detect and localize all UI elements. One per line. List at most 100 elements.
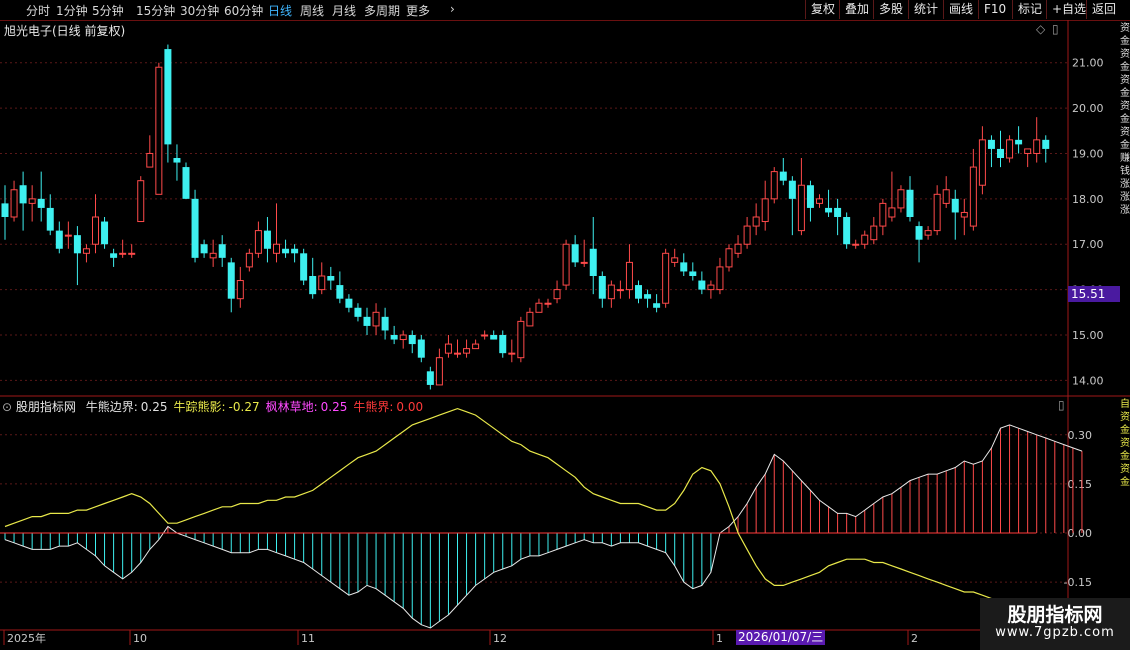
candle-body	[788, 180, 796, 199]
watermark-url: www.7gpzb.com	[995, 625, 1115, 640]
candle-body	[1024, 148, 1032, 154]
indicator-item-1: 牛踪熊影: -0.27	[174, 400, 260, 414]
candle-body	[191, 198, 199, 258]
candle-body	[698, 280, 706, 290]
candle-body	[653, 303, 661, 308]
price-tick-label: 14.00	[1072, 374, 1104, 387]
candle-body	[200, 244, 208, 254]
candle-body	[517, 320, 525, 359]
candle-body	[797, 184, 805, 232]
candle-body	[499, 335, 507, 354]
candle-body	[254, 230, 262, 254]
candle-body	[273, 243, 280, 254]
candle-body	[119, 252, 127, 255]
candle-body	[110, 253, 118, 258]
candle-body	[354, 307, 362, 317]
candle-body	[37, 198, 45, 208]
candle-body	[734, 243, 742, 254]
diamond-icon[interactable]: ◇	[1036, 22, 1045, 36]
candle-body	[779, 171, 787, 181]
watermark: 股朋指标网 www.7gpzb.com	[980, 598, 1130, 650]
candle-body	[924, 230, 932, 236]
candle-body	[282, 248, 290, 254]
candle-body	[82, 248, 90, 254]
candle-body	[752, 216, 760, 227]
candle-body	[816, 198, 823, 204]
panel-menu-icon[interactable]: ▯	[1058, 398, 1065, 412]
candle-body	[182, 167, 190, 199]
date-cursor-label: 2026/01/07/三	[736, 630, 826, 645]
candle-body	[725, 248, 733, 268]
candle-body	[291, 248, 299, 254]
candle-body	[435, 357, 443, 386]
candle-body	[978, 139, 986, 186]
candle-body	[689, 271, 697, 276]
candle-body	[10, 189, 18, 218]
candle-body	[481, 334, 489, 337]
price-tick-label: 19.00	[1072, 147, 1104, 160]
indicator-item-3: 牛熊界: 0.00	[353, 400, 423, 414]
indicator-menu-icon[interactable]: ⊙	[2, 400, 12, 414]
candle-body	[897, 189, 905, 209]
candle-body	[888, 207, 896, 218]
candle-body	[381, 316, 389, 331]
candle-body	[1006, 139, 1014, 159]
candle-body	[879, 202, 887, 227]
candle-body	[1015, 139, 1023, 145]
candle-body	[46, 207, 54, 231]
indicator-tick-label: 0.15	[1068, 478, 1093, 491]
right-vertical-text: 资金资金资金资金资金赚钱涨涨涨	[1120, 23, 1130, 216]
candle-body	[300, 253, 308, 281]
candle-body	[372, 311, 380, 327]
candle-body	[843, 217, 851, 245]
candle-body	[825, 207, 833, 213]
candle-body	[128, 252, 136, 255]
candle-body	[987, 139, 995, 149]
indicator-item-value: 0.00	[396, 400, 424, 414]
candle-body	[508, 352, 516, 355]
indicator-item-label: 牛熊界:	[353, 400, 394, 414]
indicator-item-2: 枫林草地: 0.25	[266, 400, 348, 414]
price-tick-label: 21.00	[1072, 57, 1104, 70]
indicator-item-value: -0.27	[228, 400, 260, 414]
candle-body	[616, 289, 624, 292]
candle-body	[28, 198, 36, 204]
candle-body	[743, 225, 751, 245]
candle-body	[915, 226, 923, 240]
candle-body	[417, 339, 425, 358]
price-tick-label: 20.00	[1072, 102, 1104, 115]
stock-title: 旭光电子(日线 前复权)	[4, 24, 126, 38]
indicator-right-text: 自资金资金资金	[1120, 399, 1130, 488]
date-tick-label: 1	[716, 632, 723, 645]
candle-body	[55, 230, 63, 249]
candle-body	[834, 207, 842, 217]
price-tick-label: 15.00	[1072, 329, 1104, 342]
candle-body	[942, 189, 950, 204]
candle-body	[399, 334, 407, 341]
date-tick-label: 10	[133, 632, 147, 645]
candle-body	[562, 243, 570, 286]
candle-body	[761, 198, 769, 223]
date-tick-label: 2025年	[7, 631, 46, 645]
date-tick-label: 12	[493, 632, 507, 645]
candle-body	[770, 171, 778, 200]
candle-body	[490, 335, 498, 340]
indicator-name: 股朋指标网	[15, 400, 76, 414]
candle-body	[218, 244, 226, 258]
candle-body	[997, 148, 1004, 158]
candle-body	[137, 180, 145, 223]
candle-body	[209, 252, 217, 259]
candle-body	[544, 302, 552, 305]
candle-body	[635, 285, 642, 299]
bull-bear-boundary-line	[4, 424, 1083, 629]
candle-body	[64, 234, 72, 237]
candle-body	[852, 243, 860, 246]
watermark-title: 股朋指标网	[1007, 604, 1103, 626]
candle-body	[327, 276, 335, 281]
candle-body	[589, 248, 597, 276]
candle-body	[19, 185, 27, 204]
candle-body	[363, 316, 371, 326]
candle-body	[951, 198, 959, 213]
panel-toggle-icon[interactable]: ▯	[1052, 22, 1059, 36]
price-badge: 15.51	[1068, 286, 1120, 302]
